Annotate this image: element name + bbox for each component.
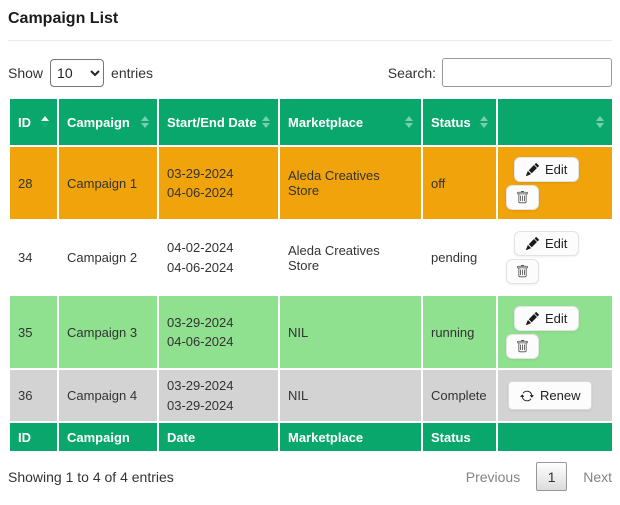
cell-dates: 03-29-2024 04-06-2024: [158, 146, 279, 220]
entries-label: entries: [111, 65, 153, 81]
start-date: 03-29-2024: [167, 164, 270, 184]
cell-actions: Edit: [497, 220, 613, 295]
table-controls: Show 10 entries Search:: [8, 58, 612, 87]
cell-id: 36: [9, 369, 58, 422]
delete-button[interactable]: [506, 185, 539, 210]
next-page-button[interactable]: Next: [583, 469, 612, 485]
cell-id: 35: [9, 295, 58, 369]
cell-status: off: [422, 146, 497, 220]
trash-icon: [516, 265, 529, 278]
refresh-icon: [520, 389, 534, 403]
cell-actions: Edit: [497, 146, 613, 220]
column-header-id[interactable]: ID: [9, 98, 58, 146]
table-header: ID Campaign Start/End Date Marketplace: [9, 98, 613, 146]
trash-icon: [516, 340, 529, 353]
header-label: ID: [18, 115, 31, 130]
cell-marketplace: Aleda Creatives Store: [279, 220, 422, 295]
sort-asc-icon: [41, 116, 49, 128]
campaign-table: ID Campaign Start/End Date Marketplace: [8, 97, 614, 453]
renew-button-label: Renew: [540, 388, 580, 403]
cell-actions: Renew: [497, 369, 613, 422]
cell-marketplace: NIL: [279, 369, 422, 422]
cell-marketplace: NIL: [279, 295, 422, 369]
table-footer: ID Campaign Date Marketplace Status: [9, 422, 613, 452]
edit-button[interactable]: Edit: [514, 306, 579, 331]
show-label: Show: [8, 65, 43, 81]
edit-button-label: Edit: [545, 311, 567, 326]
column-header-actions[interactable]: [497, 98, 613, 146]
pencil-icon: [526, 163, 539, 176]
table-row: 35 Campaign 3 03-29-2024 04-06-2024 NIL …: [9, 295, 613, 369]
footer-header-campaign: Campaign: [58, 422, 158, 452]
edit-button-label: Edit: [545, 162, 567, 177]
end-date: 04-06-2024: [167, 332, 270, 352]
cell-campaign: Campaign 2: [58, 220, 158, 295]
end-date: 04-06-2024: [167, 183, 270, 203]
sort-both-icon: [405, 116, 413, 128]
start-date: 03-29-2024: [167, 376, 270, 396]
sort-both-icon: [596, 116, 604, 128]
search-control: Search:: [388, 58, 612, 87]
footer-header-status: Status: [422, 422, 497, 452]
sort-both-icon: [262, 116, 270, 128]
renew-button[interactable]: Renew: [508, 381, 592, 410]
pagination: Previous 1 Next: [466, 462, 612, 491]
page-title: Campaign List: [8, 10, 612, 28]
footer-header-date: Date: [158, 422, 279, 452]
pencil-icon: [526, 237, 539, 250]
edit-button[interactable]: Edit: [514, 231, 579, 256]
end-date: 03-29-2024: [167, 396, 270, 416]
table-body: 28 Campaign 1 03-29-2024 04-06-2024 Aled…: [9, 146, 613, 422]
cell-dates: 03-29-2024 03-29-2024: [158, 369, 279, 422]
column-header-campaign[interactable]: Campaign: [58, 98, 158, 146]
header-label: Campaign: [67, 115, 130, 130]
page-length-control: Show 10 entries: [8, 59, 153, 87]
cell-campaign: Campaign 4: [58, 369, 158, 422]
previous-page-button[interactable]: Previous: [466, 469, 520, 485]
cell-status: Complete: [422, 369, 497, 422]
cell-actions: Edit: [497, 295, 613, 369]
sort-both-icon: [141, 116, 149, 128]
column-header-marketplace[interactable]: Marketplace: [279, 98, 422, 146]
delete-button[interactable]: [506, 334, 539, 359]
table-row: 34 Campaign 2 04-02-2024 04-06-2024 Aled…: [9, 220, 613, 295]
footer-header-actions: [497, 422, 613, 452]
edit-button[interactable]: Edit: [514, 157, 579, 182]
cell-dates: 03-29-2024 04-06-2024: [158, 295, 279, 369]
table-row: 28 Campaign 1 03-29-2024 04-06-2024 Aled…: [9, 146, 613, 220]
start-date: 03-29-2024: [167, 313, 270, 333]
end-date: 04-06-2024: [167, 258, 270, 278]
trash-icon: [516, 191, 529, 204]
column-header-date[interactable]: Start/End Date: [158, 98, 279, 146]
delete-button[interactable]: [506, 259, 539, 284]
header-label: Marketplace: [288, 115, 363, 130]
cell-status: pending: [422, 220, 497, 295]
table-row: 36 Campaign 4 03-29-2024 03-29-2024 NIL …: [9, 369, 613, 422]
start-date: 04-02-2024: [167, 238, 270, 258]
header-label: Start/End Date: [167, 115, 257, 130]
current-page-button[interactable]: 1: [536, 462, 567, 491]
footer-header-marketplace: Marketplace: [279, 422, 422, 452]
cell-campaign: Campaign 1: [58, 146, 158, 220]
search-input[interactable]: [442, 58, 612, 87]
cell-id: 34: [9, 220, 58, 295]
header-label: Status: [431, 115, 471, 130]
cell-status: running: [422, 295, 497, 369]
footer-header-id: ID: [9, 422, 58, 452]
page-length-select[interactable]: 10: [50, 59, 104, 87]
campaign-list-page: Campaign List Show 10 entries Search: ID: [0, 0, 620, 505]
cell-dates: 04-02-2024 04-06-2024: [158, 220, 279, 295]
sort-both-icon: [480, 116, 488, 128]
pencil-icon: [526, 312, 539, 325]
cell-campaign: Campaign 3: [58, 295, 158, 369]
entries-info: Showing 1 to 4 of 4 entries: [8, 469, 174, 485]
cell-id: 28: [9, 146, 58, 220]
table-summary-bar: Showing 1 to 4 of 4 entries Previous 1 N…: [8, 462, 612, 491]
search-label: Search:: [388, 65, 436, 81]
cell-marketplace: Aleda Creatives Store: [279, 146, 422, 220]
edit-button-label: Edit: [545, 236, 567, 251]
title-divider: [8, 40, 612, 41]
column-header-status[interactable]: Status: [422, 98, 497, 146]
